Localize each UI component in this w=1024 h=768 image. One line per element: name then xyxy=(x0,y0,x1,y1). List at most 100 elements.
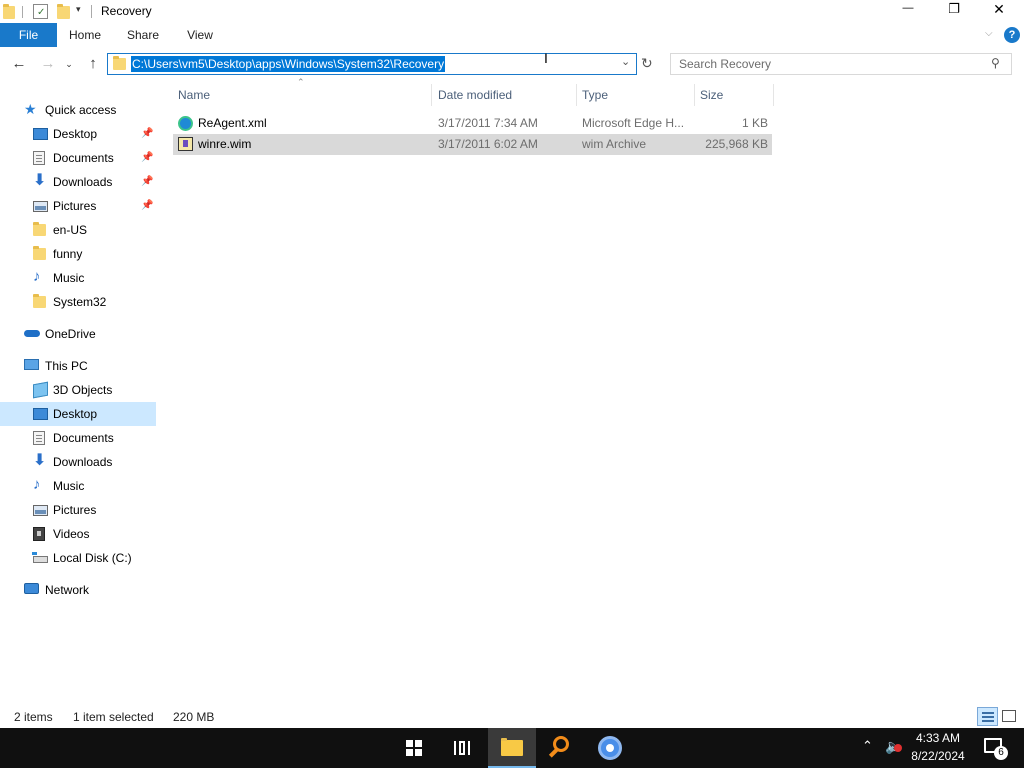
edge-document-icon xyxy=(178,116,193,131)
music-icon: ♪ xyxy=(33,268,41,285)
star-icon: ★ xyxy=(24,101,37,117)
sidebar-item-label: 3D Objects xyxy=(53,383,113,397)
sidebar-item-network[interactable]: Network xyxy=(0,578,156,602)
folder-icon xyxy=(113,56,126,70)
file-name: ReAgent.xml xyxy=(198,116,267,130)
back-arrow-icon[interactable]: ← xyxy=(8,53,30,75)
help-icon[interactable]: ? xyxy=(1004,27,1020,43)
sidebar-item-qa-2[interactable]: ⬇ Downloads 📌 xyxy=(0,170,156,194)
sidebar-item-pc-5[interactable]: Pictures xyxy=(0,498,156,522)
start-button[interactable] xyxy=(390,728,438,768)
sidebar-item-label: Music xyxy=(53,271,85,285)
sidebar-item-pc-2[interactable]: Documents xyxy=(0,426,156,450)
sidebar-item-pc-1[interactable]: Desktop xyxy=(0,402,156,426)
sidebar-item-label: Downloads xyxy=(53,175,113,189)
pin-icon[interactable]: 📌 xyxy=(141,194,153,218)
clock-date[interactable]: 8/22/2024 xyxy=(904,749,972,763)
this-pc-icon xyxy=(24,359,39,370)
file-type: Microsoft Edge H... xyxy=(582,116,685,130)
sidebar-item-qa-6[interactable]: ♪ Music xyxy=(0,266,156,290)
folder-icon xyxy=(33,294,46,308)
properties-icon[interactable]: ✓ xyxy=(33,4,48,19)
up-arrow-icon[interactable]: ↑ xyxy=(82,53,104,75)
forward-arrow-icon[interactable]: → xyxy=(37,53,59,75)
sidebar-item-onedrive[interactable]: OneDrive xyxy=(0,322,156,346)
file-explorer-taskbar-button[interactable] xyxy=(488,728,536,768)
sidebar-item-pc-4[interactable]: ♪ Music xyxy=(0,474,156,498)
title-bar: ✓ ▾ Recovery — ❐ ✕ xyxy=(0,0,1024,23)
sidebar-item-qa-0[interactable]: Desktop 📌 xyxy=(0,122,156,146)
details-view-icon[interactable] xyxy=(977,707,998,726)
chrome-taskbar-button[interactable] xyxy=(586,728,634,768)
pin-icon[interactable]: 📌 xyxy=(141,170,153,194)
clock-time[interactable]: 4:33 AM xyxy=(904,731,972,745)
maximize-button[interactable]: ❐ xyxy=(942,1,966,17)
search-icon[interactable]: ⚲ xyxy=(991,56,1000,70)
pin-icon[interactable]: 📌 xyxy=(141,122,153,146)
address-bar[interactable]: C:\Users\vm5\Desktop\apps\Windows\System… xyxy=(107,53,637,75)
sidebar-item-label: This PC xyxy=(45,359,88,373)
new-folder-icon[interactable] xyxy=(57,4,70,19)
sidebar-item-pc-3[interactable]: ⬇ Downloads xyxy=(0,450,156,474)
qat-customize-icon[interactable]: ▾ xyxy=(76,4,81,15)
file-row[interactable]: winre.wim 3/17/2011 6:02 AM wim Archive … xyxy=(173,134,772,155)
file-row[interactable]: ReAgent.xml 3/17/2011 7:34 AM Microsoft … xyxy=(173,113,772,134)
recent-locations-icon[interactable]: ⌄ xyxy=(62,53,76,75)
windows-logo-icon xyxy=(406,740,413,747)
chevron-down-icon[interactable]: ⌵ xyxy=(985,28,993,39)
sidebar-item-qa-3[interactable]: Pictures 📌 xyxy=(0,194,156,218)
tab-view[interactable]: View xyxy=(178,23,222,47)
sidebar-item-qa-7[interactable]: System32 xyxy=(0,290,156,314)
sidebar-item-label: Desktop xyxy=(53,127,98,141)
pin-icon[interactable]: 📌 xyxy=(141,146,153,170)
sidebar-item-pc-6[interactable]: Videos xyxy=(0,522,156,546)
sidebar-item-label: Videos xyxy=(53,527,90,541)
documents-icon xyxy=(33,151,45,165)
address-path[interactable]: C:\Users\vm5\Desktop\apps\Windows\System… xyxy=(131,56,446,72)
folder-icon xyxy=(3,4,15,19)
volume-muted-icon[interactable]: 🔈 xyxy=(885,738,902,755)
sidebar-item-label: Music xyxy=(53,479,85,493)
tab-file[interactable]: File xyxy=(0,23,57,47)
tab-home[interactable]: Home xyxy=(63,23,107,47)
sidebar-item-qa-4[interactable]: en-US xyxy=(0,218,156,242)
search-input[interactable]: Search Recovery ⚲ xyxy=(670,53,1012,75)
refresh-icon[interactable]: ↻ xyxy=(641,55,653,72)
folder-icon xyxy=(33,246,46,260)
sidebar-item-pc-7[interactable]: Local Disk (C:) xyxy=(0,546,156,570)
column-header-type[interactable]: Type xyxy=(577,84,695,106)
videos-icon xyxy=(33,527,45,541)
file-size: 1 KB xyxy=(741,116,768,130)
network-icon xyxy=(24,583,39,594)
pictures-icon xyxy=(33,201,48,212)
column-header-date[interactable]: Date modified xyxy=(433,84,577,106)
sidebar-item-pc-0[interactable]: 3D Objects xyxy=(0,378,156,402)
close-button[interactable]: ✕ xyxy=(987,1,1011,18)
documents-icon xyxy=(33,431,45,445)
sidebar-item-label: OneDrive xyxy=(45,327,96,341)
minimize-button[interactable]: — xyxy=(896,2,920,14)
file-date: 3/17/2011 7:34 AM xyxy=(438,116,538,130)
tab-share[interactable]: Share xyxy=(121,23,165,47)
search-app-taskbar-button[interactable] xyxy=(538,728,586,768)
sidebar-item-qa-1[interactable]: Documents 📌 xyxy=(0,146,156,170)
downloads-icon: ⬇ xyxy=(33,172,47,189)
sidebar-item-label: Desktop xyxy=(53,407,98,421)
onedrive-icon xyxy=(24,330,40,337)
address-dropdown-icon[interactable]: ⌄ xyxy=(621,55,630,68)
file-date: 3/17/2011 6:02 AM xyxy=(438,137,538,151)
column-header-name[interactable]: Name xyxy=(173,84,432,106)
sidebar-item-label: Local Disk (C:) xyxy=(53,551,132,565)
pictures-icon xyxy=(33,505,48,516)
sidebar-item-qa-5[interactable]: funny xyxy=(0,242,156,266)
show-hidden-icons-icon[interactable]: ⌃ xyxy=(862,738,873,754)
desktop-icon xyxy=(33,128,48,140)
large-icons-view-icon[interactable] xyxy=(1002,710,1016,722)
sidebar-item-this-pc[interactable]: This PC xyxy=(0,354,156,378)
task-view-button[interactable] xyxy=(438,728,486,768)
sidebar-item-quick-access[interactable]: ★ Quick access xyxy=(0,98,156,122)
column-header-size[interactable]: Size xyxy=(695,84,774,106)
status-bar: 2 items 1 item selected 220 MB xyxy=(0,706,1024,728)
file-name: winre.wim xyxy=(198,137,252,151)
folder-icon xyxy=(33,222,46,236)
